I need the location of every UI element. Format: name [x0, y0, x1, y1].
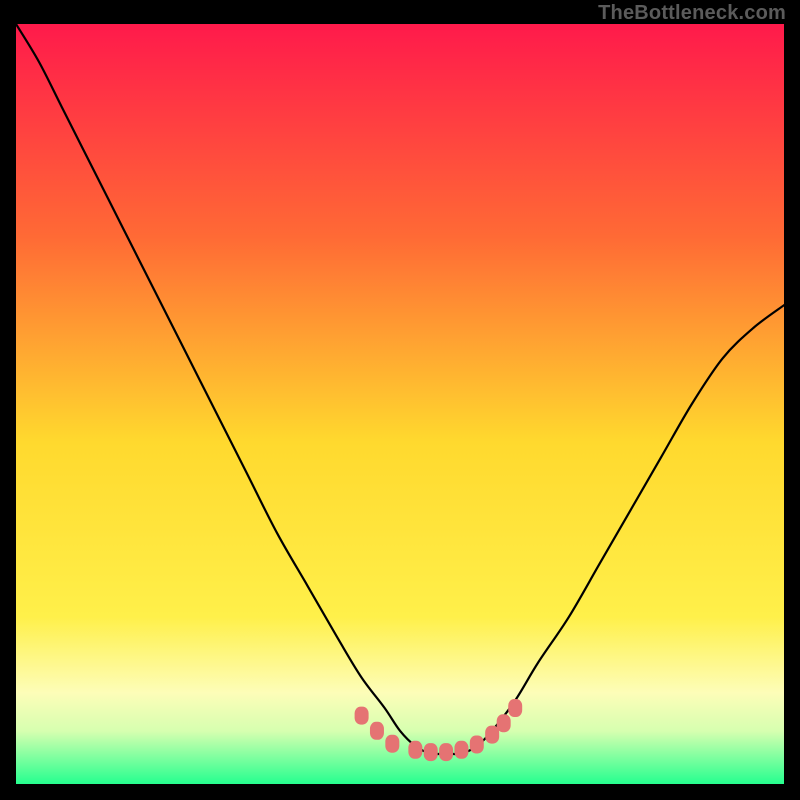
curve-marker	[385, 735, 399, 753]
watermark-text: TheBottleneck.com	[598, 2, 786, 25]
curve-marker	[485, 726, 499, 744]
curve-marker	[408, 741, 422, 759]
curve-marker	[470, 735, 484, 753]
chart-frame	[16, 24, 784, 784]
curve-marker	[424, 743, 438, 761]
curve-marker	[439, 743, 453, 761]
bottleneck-chart	[16, 24, 784, 784]
curve-marker	[355, 707, 369, 725]
curve-marker	[370, 722, 384, 740]
curve-marker	[454, 741, 468, 759]
curve-marker	[497, 714, 511, 732]
gradient-background	[16, 24, 784, 784]
curve-marker	[508, 699, 522, 717]
